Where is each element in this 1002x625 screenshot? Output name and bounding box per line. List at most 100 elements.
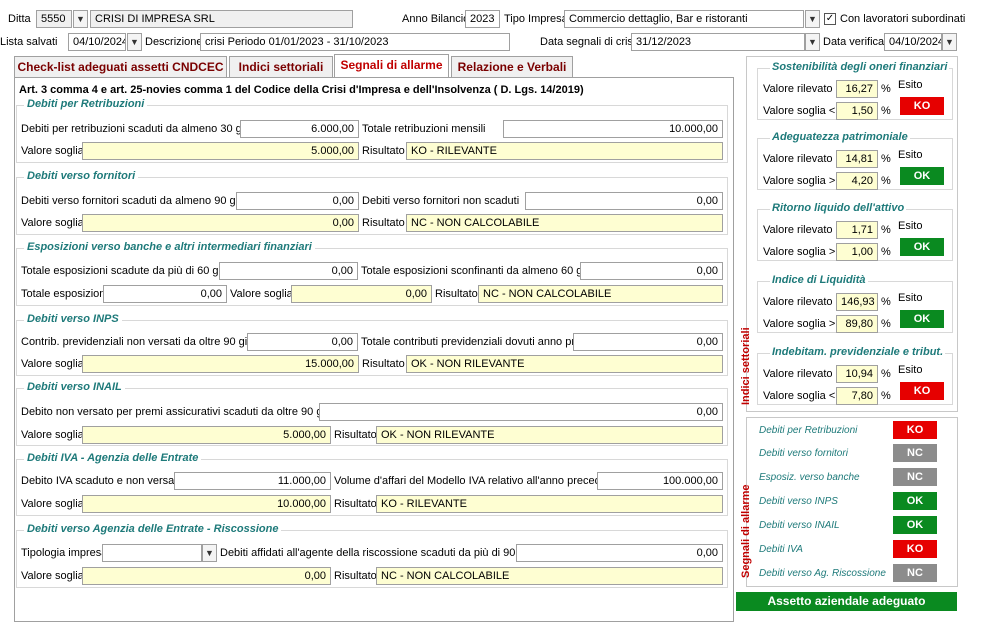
soglia-value: 7,80 (836, 387, 878, 405)
indici-vertical-label: Indici settoriali (740, 327, 752, 405)
banche-f1-label: Totale esposizioni scadute da più di 60 … (21, 265, 240, 277)
tipologia-label: Tipologia impresa (21, 547, 108, 559)
indice-title: Sostenibilità degli oneri finanziari (770, 61, 950, 74)
retribuzioni-f2-field[interactable]: 10.000,00 (503, 120, 723, 138)
iva-risultato-field: KO - RILEVANTE (376, 495, 723, 513)
rilevato-value: 14,81 (836, 150, 878, 168)
soglia-label: Valore soglia > (763, 318, 836, 330)
descrizione-field[interactable]: crisi Periodo 01/01/2023 - 31/10/2023 (200, 33, 510, 51)
percent-label: % (881, 368, 891, 380)
rilevato-label: Valore rilevato (763, 296, 833, 308)
banche-soglia-field: 0,00 (291, 285, 432, 303)
anno-bilancio-field[interactable]: 2023 (465, 10, 500, 28)
inps-f2-field[interactable]: 0,00 (573, 333, 723, 351)
law-title: Art. 3 comma 4 e art. 25-novies comma 1 … (19, 84, 584, 96)
iva-f1-label: Debito IVA scaduto e non versato (21, 475, 184, 487)
inail-title: Debiti verso INAIL (24, 381, 125, 394)
tab-indici-settoriali[interactable]: Indici settoriali (229, 56, 333, 77)
banche-f2-field[interactable]: 0,00 (580, 262, 723, 280)
iva-risultato-label: Risultato (334, 498, 377, 510)
alarm-badge: OK (893, 516, 937, 534)
fornitori-f1-field[interactable]: 0,00 (236, 192, 359, 210)
tipologia-field[interactable] (102, 544, 202, 562)
inail-risultato-label: Risultato (334, 429, 377, 441)
rilevato-value: 16,27 (836, 80, 878, 98)
lista-salvati-dropdown-icon[interactable]: ▼ (127, 33, 142, 51)
riscossione-title: Debiti verso Agenzia delle Entrate - Ris… (24, 523, 282, 536)
retribuzioni-f1-field[interactable]: 6.000,00 (240, 120, 359, 138)
soglia-label: Valore soglia < (763, 390, 836, 402)
riscossione-f1-label: Debiti affidati all'agente della riscoss… (220, 547, 546, 559)
tab-relazione-verbali[interactable]: Relazione e Verbali (451, 56, 573, 77)
indice-title: Indice di Liquidità (770, 274, 868, 287)
indice-title: Indebitam. previdenziale e tribut. (770, 346, 946, 359)
inps-f1-field[interactable]: 0,00 (247, 333, 358, 351)
inail-risultato-field: OK - NON RILEVANTE (376, 426, 723, 444)
percent-label: % (881, 153, 891, 165)
lavoratori-checkbox[interactable]: ✓ (824, 13, 836, 25)
percent-label: % (881, 175, 891, 187)
ditta-label: Ditta (8, 13, 31, 25)
iva-f2-field[interactable]: 100.000,00 (597, 472, 723, 490)
tab-check-list[interactable]: Check-list adeguati assetti CNDCEC (14, 56, 227, 77)
tipo-impresa-label: Tipo Impresa (504, 13, 568, 25)
banche-f1-field[interactable]: 0,00 (219, 262, 358, 280)
descrizione-label: Descrizione (145, 36, 203, 48)
percent-label: % (881, 318, 891, 330)
inps-risultato-field: OK - NON RILEVANTE (406, 355, 723, 373)
riscossione-f1-field[interactable]: 0,00 (516, 544, 723, 562)
anno-bilancio-label: Anno Bilancio (402, 13, 470, 25)
banche-title: Esposizioni verso banche e altri interme… (24, 241, 315, 254)
data-verifica-field[interactable]: 04/10/2024 (884, 33, 942, 51)
assetto-status-bar: Assetto aziendale adeguato (736, 592, 957, 611)
lista-salvati-field[interactable]: 04/10/2024 (68, 33, 126, 51)
tab-segnali-di-allarme[interactable]: Segnali di allarme (334, 54, 449, 77)
riscossione-risultato-label: Risultato (334, 570, 377, 582)
retribuzioni-soglia-field: 5.000,00 (82, 142, 359, 160)
fornitori-f2-field[interactable]: 0,00 (525, 192, 723, 210)
banche-f2-label: Totale esposizioni sconfinanti da almeno… (361, 265, 604, 277)
retribuzioni-f2-label: Totale retribuzioni mensili (362, 123, 486, 135)
alarm-label: Esposiz. verso banche (759, 472, 860, 483)
data-segnali-field[interactable]: 31/12/2023 (631, 33, 805, 51)
esito-badge: OK (900, 238, 944, 256)
esito-label: Esito (898, 79, 923, 91)
soglia-label: Valore soglia > (763, 175, 836, 187)
riscossione-soglia-field: 0,00 (82, 567, 331, 585)
percent-label: % (881, 105, 891, 117)
data-verifica-dropdown-icon[interactable]: ▼ (942, 33, 957, 51)
data-segnali-dropdown-icon[interactable]: ▼ (805, 33, 820, 51)
ditta-code-field[interactable]: 5550 (36, 10, 72, 28)
percent-label: % (881, 83, 891, 95)
rilevato-label: Valore rilevato (763, 368, 833, 380)
alarm-label: Debiti verso INAIL (759, 520, 840, 531)
rilevato-label: Valore rilevato (763, 153, 833, 165)
alarm-badge: NC (893, 468, 937, 486)
soglia-value: 1,50 (836, 102, 878, 120)
alarm-badge: NC (893, 564, 937, 582)
percent-label: % (881, 296, 891, 308)
inail-f1-field[interactable]: 0,00 (319, 403, 723, 421)
iva-soglia-field: 10.000,00 (82, 495, 331, 513)
banche-f3-field[interactable]: 0,00 (103, 285, 227, 303)
percent-label: % (881, 246, 891, 258)
iva-f2-label: Volume d'affari del Modello IVA relativo… (334, 475, 623, 487)
alarm-badge: KO (893, 540, 937, 558)
soglia-value: 1,00 (836, 243, 878, 261)
ditta-dropdown-icon[interactable]: ▼ (73, 10, 88, 28)
tipo-impresa-dropdown-icon[interactable]: ▼ (805, 10, 820, 28)
inps-title: Debiti verso INPS (24, 313, 122, 326)
alarm-badge: OK (893, 492, 937, 510)
esito-label: Esito (898, 220, 923, 232)
indice-title: Adeguatezza patrimoniale (770, 131, 910, 144)
data-verifica-label: Data verifica (823, 36, 885, 48)
iva-f1-field[interactable]: 11.000,00 (174, 472, 331, 490)
ditta-name-field: CRISI DI IMPRESA SRL (90, 10, 353, 28)
tipo-impresa-field[interactable]: Commercio dettaglio, Bar e ristoranti (564, 10, 804, 28)
esito-badge: OK (900, 167, 944, 185)
alarm-badge: NC (893, 444, 937, 462)
alarm-label: Debiti per Retribuzioni (759, 425, 858, 436)
tipologia-dropdown-icon[interactable]: ▼ (202, 544, 217, 562)
riscossione-soglia-label: Valore soglia (21, 570, 84, 582)
iva-title: Debiti IVA - Agenzia delle Entrate (24, 452, 202, 465)
